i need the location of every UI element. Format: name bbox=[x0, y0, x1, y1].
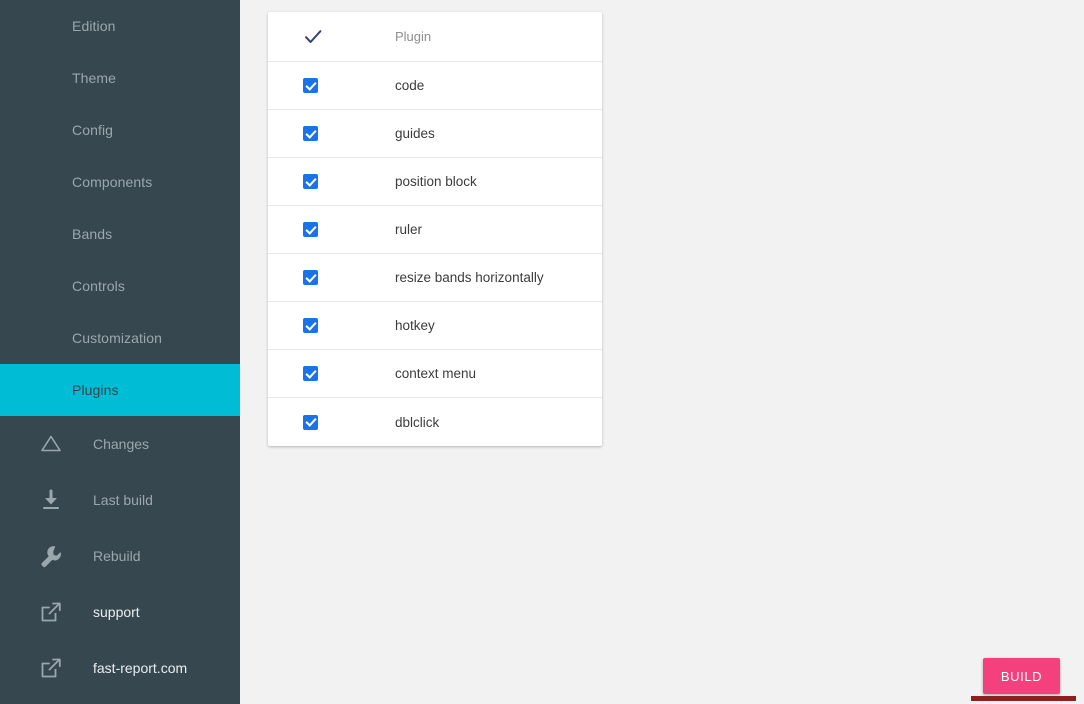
plugin-name-label: ruler bbox=[395, 222, 423, 237]
sidebar-item-label: Customization bbox=[72, 330, 163, 346]
table-row[interactable]: dblclick bbox=[268, 398, 602, 446]
plugin-name-label: context menu bbox=[395, 366, 477, 381]
triangle-outline-icon bbox=[36, 429, 66, 459]
plugin-name-label: position block bbox=[395, 174, 477, 189]
table-row[interactable]: ruler bbox=[268, 206, 602, 254]
sidebar-tool-label: fast-report.com bbox=[93, 660, 188, 676]
checkbox-checked-icon[interactable] bbox=[303, 222, 318, 237]
sidebar-item-customization[interactable]: Customization bbox=[0, 312, 240, 364]
main-content: Plugin code guides position block ruler resi… bbox=[240, 0, 1084, 704]
build-button[interactable]: BUILD bbox=[983, 658, 1060, 694]
sidebar-tool-label: Rebuild bbox=[93, 548, 141, 564]
row-checkbox-cell[interactable] bbox=[268, 78, 395, 93]
plugin-table-card: Plugin code guides position block ruler resi… bbox=[268, 12, 602, 446]
row-checkbox-cell[interactable] bbox=[268, 222, 395, 237]
sidebar-item-label: Controls bbox=[72, 278, 125, 294]
sidebar-item-edition[interactable]: Edition bbox=[0, 0, 240, 52]
sidebar-tool-label: Changes bbox=[93, 436, 150, 452]
row-checkbox-cell[interactable] bbox=[268, 366, 395, 381]
sidebar-tool-fast-report-com[interactable]: fast-report.com bbox=[0, 640, 240, 696]
row-checkbox-cell[interactable] bbox=[268, 414, 395, 430]
download-icon bbox=[36, 485, 66, 515]
plugin-name-label: code bbox=[395, 78, 425, 93]
checkmark-icon[interactable] bbox=[303, 27, 323, 47]
plugin-table-header-row: Plugin bbox=[268, 12, 602, 62]
checkbox-checked-icon[interactable] bbox=[303, 174, 318, 189]
sidebar-item-components[interactable]: Components bbox=[0, 156, 240, 208]
sidebar-item-theme[interactable]: Theme bbox=[0, 52, 240, 104]
sidebar-item-label: Bands bbox=[72, 226, 113, 242]
sidebar-item-label: Config bbox=[72, 122, 114, 138]
sidebar-item-label: Components bbox=[72, 174, 153, 190]
sidebar-tool-rebuild[interactable]: Rebuild bbox=[0, 528, 240, 584]
sidebar-item-label: Plugins bbox=[72, 382, 119, 398]
table-row[interactable]: position block bbox=[268, 158, 602, 206]
plugin-name-label: resize bands horizontally bbox=[395, 270, 544, 285]
plugin-name-label: guides bbox=[395, 126, 435, 141]
header-check-cell[interactable] bbox=[268, 27, 395, 47]
checkbox-checked-icon[interactable] bbox=[303, 318, 318, 333]
sidebar-tool-label: support bbox=[93, 604, 140, 620]
plugin-row-container: code guides position block ruler resize band… bbox=[268, 62, 602, 446]
row-checkbox-cell[interactable] bbox=[268, 174, 395, 189]
table-row[interactable]: guides bbox=[268, 110, 602, 158]
external-link-icon bbox=[36, 597, 66, 627]
build-underbar bbox=[971, 696, 1076, 701]
checkbox-checked-icon[interactable] bbox=[303, 414, 318, 430]
plugin-column-header: Plugin bbox=[395, 29, 432, 44]
sidebar-item-plugins[interactable]: Plugins bbox=[0, 364, 240, 416]
plugin-name-label: hotkey bbox=[395, 318, 435, 333]
sidebar-item-label: Edition bbox=[72, 18, 116, 34]
sidebar-item-controls[interactable]: Controls bbox=[0, 260, 240, 312]
plugin-name-label: dblclick bbox=[395, 414, 440, 430]
sidebar-tool-label: Last build bbox=[93, 492, 153, 508]
sidebar-nav-list: Edition Theme Config Components Bands Control… bbox=[0, 0, 240, 416]
table-row[interactable]: context menu bbox=[268, 350, 602, 398]
sidebar: Edition Theme Config Components Bands Control… bbox=[0, 0, 240, 704]
row-checkbox-cell[interactable] bbox=[268, 270, 395, 285]
sidebar-tool-list: Changes Last build Rebuild support fast-repo… bbox=[0, 416, 240, 696]
checkbox-checked-icon[interactable] bbox=[303, 366, 318, 381]
table-row[interactable]: hotkey bbox=[268, 302, 602, 350]
row-checkbox-cell[interactable] bbox=[268, 126, 395, 141]
external-link-icon bbox=[36, 653, 66, 683]
table-row[interactable]: code bbox=[268, 62, 602, 110]
wrench-icon bbox=[36, 541, 66, 571]
row-checkbox-cell[interactable] bbox=[268, 318, 395, 333]
sidebar-tool-support[interactable]: support bbox=[0, 584, 240, 640]
table-row[interactable]: resize bands horizontally bbox=[268, 254, 602, 302]
sidebar-item-config[interactable]: Config bbox=[0, 104, 240, 156]
checkbox-checked-icon[interactable] bbox=[303, 126, 318, 141]
sidebar-item-label: Theme bbox=[72, 70, 117, 86]
checkbox-checked-icon[interactable] bbox=[303, 270, 318, 285]
sidebar-item-bands[interactable]: Bands bbox=[0, 208, 240, 260]
sidebar-tool-last-build[interactable]: Last build bbox=[0, 472, 240, 528]
sidebar-tool-changes[interactable]: Changes bbox=[0, 416, 240, 472]
checkbox-checked-icon[interactable] bbox=[303, 78, 318, 93]
